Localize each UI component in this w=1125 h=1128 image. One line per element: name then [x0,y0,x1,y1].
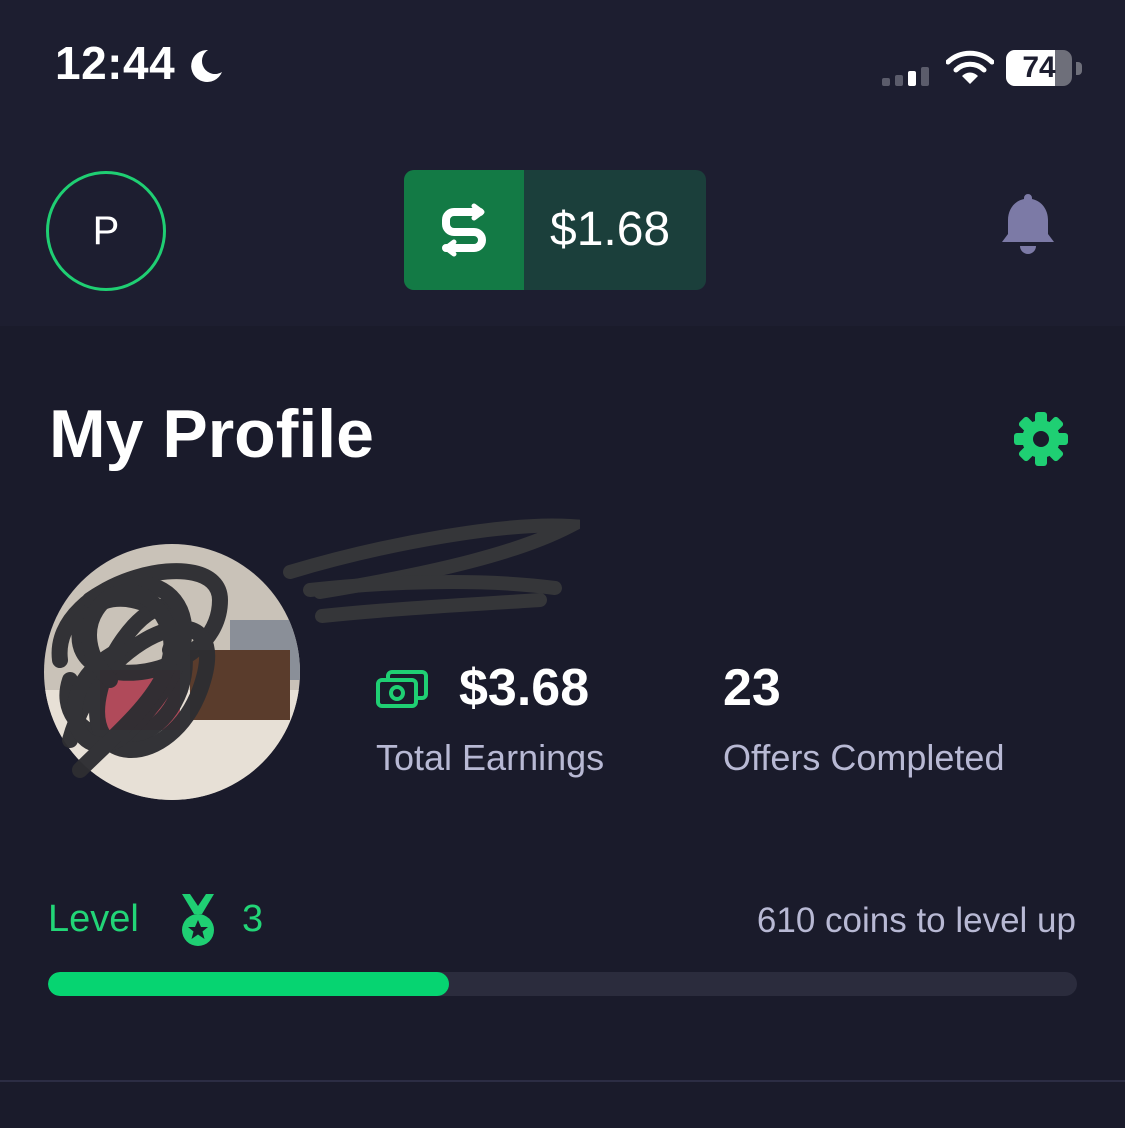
offers-completed-label: Offers Completed [723,737,1005,778]
wifi-icon [946,50,994,84]
status-bar: 12:44 74 [0,0,1125,140]
moon-icon [191,49,222,82]
total-earnings-value: $3.68 [459,659,590,717]
avatar[interactable]: P [46,171,166,291]
level-number: 3 [242,898,264,940]
battery-icon: 74 [1006,50,1082,88]
coin-exchange-icon [404,170,524,290]
bell-icon[interactable] [996,190,1060,258]
balance-button[interactable]: $1.68 [404,170,706,290]
section-divider [0,1080,1125,1082]
cellular-signal-icon [882,67,929,86]
money-icon [376,670,428,708]
offers-completed-value: 23 [723,659,781,717]
level-progress-bar [48,972,1077,996]
total-earnings-label: Total Earnings [376,737,605,778]
battery-level: 74 [1022,51,1056,84]
level-progress-fill [48,972,450,996]
avatar-initial: P [92,208,120,253]
level-label: Level [48,898,139,940]
redacted-name [283,518,580,623]
page-title: My Profile [49,396,374,472]
top-bar: P $1.68 [0,140,1125,326]
status-time: 12:44 [55,37,176,89]
settings-gear-icon[interactable] [1012,410,1070,468]
profile-photo [44,544,300,800]
balance-amount: $1.68 [550,203,671,256]
coins-to-level-up: 610 coins to level up [756,901,1076,940]
medal-icon [182,894,214,946]
